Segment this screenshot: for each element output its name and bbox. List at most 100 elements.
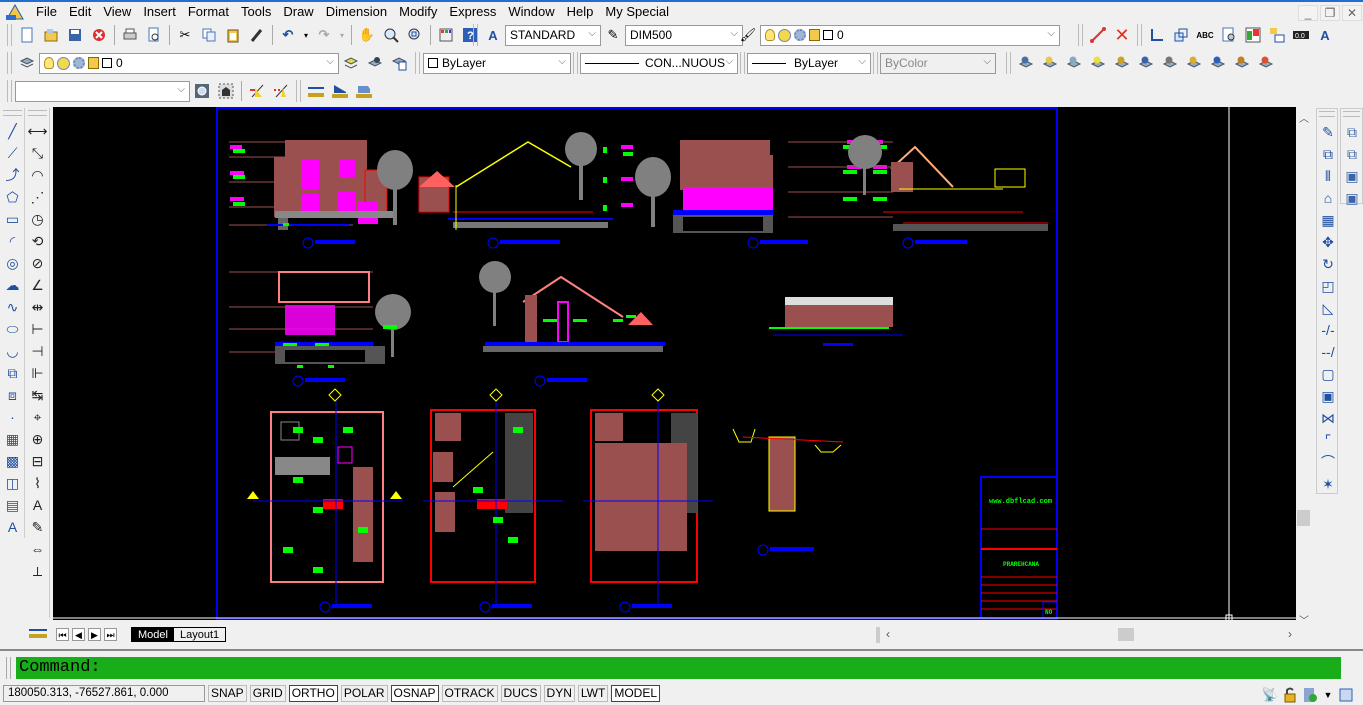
- communication-center-icon[interactable]: 📡: [1262, 685, 1278, 705]
- dim-dim-update-icon[interactable]: ⇔: [27, 538, 49, 560]
- draw-rectangle-icon[interactable]: ▭: [2, 208, 24, 230]
- layer-states-icon[interactable]: 🖌: [738, 25, 758, 45]
- draworder-send-under-icon[interactable]: ▣: [1341, 187, 1363, 209]
- text-style-select[interactable]: STANDARD ⌵: [505, 24, 601, 46]
- draw-circle-icon[interactable]: ◎: [2, 252, 24, 274]
- dim-linear-icon[interactable]: [306, 81, 326, 101]
- status-toggle-ortho[interactable]: ORTHO: [288, 685, 338, 702]
- menu-tools[interactable]: Tools: [235, 3, 277, 21]
- draw-polyline-icon[interactable]: ⤴: [2, 164, 24, 186]
- dim-diameter-icon[interactable]: ⊘: [27, 252, 49, 274]
- dim-baseline-icon[interactable]: ⊢: [27, 318, 49, 340]
- menu-express[interactable]: Express: [443, 3, 502, 21]
- print-icon[interactable]: [120, 25, 140, 45]
- draw-ellipse-arc-icon[interactable]: ◡: [2, 340, 24, 362]
- paste-icon[interactable]: [223, 25, 243, 45]
- toolbar-grip[interactable]: [1319, 111, 1335, 117]
- dim-3d-icon[interactable]: [354, 81, 374, 101]
- draw-construction-line-icon[interactable]: ⟋: [2, 142, 24, 164]
- draw-ellipse-icon[interactable]: ⬭: [2, 318, 24, 340]
- zoom-realtime-icon[interactable]: [381, 25, 401, 45]
- text-style-icon[interactable]: A: [483, 25, 503, 45]
- open-icon[interactable]: [41, 25, 61, 45]
- explode-icon[interactable]: [1256, 53, 1276, 73]
- dim-right-icon[interactable]: [271, 81, 291, 101]
- clean-screen-icon[interactable]: [1338, 685, 1354, 705]
- toolpalettes-icon[interactable]: [436, 25, 456, 45]
- autocad-logo-icon[interactable]: [4, 3, 26, 21]
- dim-center-mark-icon[interactable]: ⊕: [27, 428, 49, 450]
- modify-break-at-point-icon[interactable]: ▢: [1317, 363, 1339, 385]
- status-toggle-snap[interactable]: SNAP: [208, 685, 247, 702]
- draw-multiline-text-icon[interactable]: A: [2, 516, 24, 538]
- modify-chamfer-icon[interactable]: ⌜: [1317, 429, 1339, 451]
- status-tray-settings-icon[interactable]: [1302, 685, 1318, 705]
- toolbar-grip[interactable]: [1137, 24, 1142, 46]
- status-toggle-osnap[interactable]: OSNAP: [390, 685, 439, 702]
- ucs-view-icon[interactable]: [1171, 25, 1191, 45]
- modify-fillet-icon[interactable]: ⌒: [1317, 451, 1339, 473]
- draw-make-block-icon[interactable]: ⧈: [2, 384, 24, 406]
- layer-previous-icon[interactable]: [1136, 53, 1156, 73]
- menu-edit[interactable]: Edit: [63, 3, 97, 21]
- minimize-button[interactable]: _: [1298, 5, 1318, 21]
- redo-icon[interactable]: ↷: [314, 25, 334, 45]
- make-object-layer-current-icon[interactable]: [341, 53, 361, 73]
- status-toggle-model[interactable]: MODEL: [611, 685, 661, 702]
- linetype-select[interactable]: CON...NUOUS ⌵: [580, 52, 738, 74]
- menu-dimension[interactable]: Dimension: [320, 3, 393, 21]
- scroll-thumb-horizontal[interactable]: [1118, 628, 1134, 641]
- toolbar-lock-icon[interactable]: [1282, 685, 1298, 705]
- dim-dim-edit-icon[interactable]: ✎: [27, 516, 49, 538]
- menu-help[interactable]: Help: [561, 3, 600, 21]
- dim-tolerance-icon[interactable]: ⌖: [27, 406, 49, 428]
- layer-on-icon[interactable]: [1040, 53, 1060, 73]
- dim-aligned-icon[interactable]: [330, 81, 350, 101]
- new-icon[interactable]: [17, 25, 37, 45]
- pan-icon[interactable]: ✋: [357, 25, 377, 45]
- vertical-scrollbar[interactable]: ︿ ﹀: [1296, 107, 1312, 627]
- dim-ordinate-icon[interactable]: ⋰: [27, 186, 49, 208]
- named-views-select[interactable]: ⌵: [15, 80, 190, 102]
- modify-move-icon[interactable]: ✥: [1317, 231, 1339, 253]
- hatch-edit-icon[interactable]: [1243, 25, 1263, 45]
- dim-quick-dim-icon[interactable]: ⇹: [27, 296, 49, 318]
- status-toggle-ducs[interactable]: DUCS: [500, 685, 541, 702]
- scroll-thumb[interactable]: [1297, 510, 1310, 526]
- draw-line-icon[interactable]: ╱: [2, 120, 24, 142]
- layer-match-icon[interactable]: [1112, 53, 1132, 73]
- settings-icon[interactable]: [192, 81, 212, 101]
- scroll-down-icon[interactable]: ﹀: [1299, 612, 1309, 627]
- toolbar-grip[interactable]: [296, 80, 301, 102]
- draw-hatch-icon[interactable]: ▦: [2, 428, 24, 450]
- drawing-canvas[interactable]: www.dbflcad.com PRAREHCANA NO: [53, 107, 1296, 620]
- match-properties-icon[interactable]: [247, 25, 267, 45]
- modify-stretch-icon[interactable]: ◺: [1317, 297, 1339, 319]
- dim-style-icon[interactable]: ✎: [603, 25, 623, 45]
- close-button[interactable]: ✕: [1342, 5, 1362, 21]
- menu-insert[interactable]: Insert: [137, 3, 182, 21]
- status-toggle-polar[interactable]: POLAR: [340, 685, 388, 702]
- cut-icon[interactable]: ✂: [175, 25, 195, 45]
- modify-trim-icon[interactable]: -/-: [1317, 319, 1339, 341]
- menu-file[interactable]: File: [30, 3, 63, 21]
- undo-icon[interactable]: ↶: [278, 25, 298, 45]
- find-icon[interactable]: [1219, 25, 1239, 45]
- tab-layout1[interactable]: Layout1: [173, 627, 227, 642]
- toolbar-grip[interactable]: [873, 52, 878, 74]
- dim-dim-style-icon[interactable]: ⟂: [27, 560, 49, 582]
- menu-draw[interactable]: Draw: [277, 3, 319, 21]
- status-toggle-grid[interactable]: GRID: [249, 685, 286, 702]
- draw-spline-icon[interactable]: ∿: [2, 296, 24, 318]
- menu-window[interactable]: Window: [502, 3, 560, 21]
- toolbar-grip[interactable]: [1006, 52, 1011, 74]
- dim-radius-icon[interactable]: ◷: [27, 208, 49, 230]
- layer-isolate-icon[interactable]: [1016, 53, 1036, 73]
- copy-icon[interactable]: [199, 25, 219, 45]
- layer-select[interactable]: 0 ⌵: [39, 52, 339, 74]
- menu-my-special[interactable]: My Special: [599, 3, 675, 21]
- modify-break-icon[interactable]: ▣: [1317, 385, 1339, 407]
- polyline-red-icon[interactable]: [1088, 25, 1108, 45]
- modify-join-icon[interactable]: ⋈: [1317, 407, 1339, 429]
- toolbar-grip[interactable]: [28, 110, 47, 116]
